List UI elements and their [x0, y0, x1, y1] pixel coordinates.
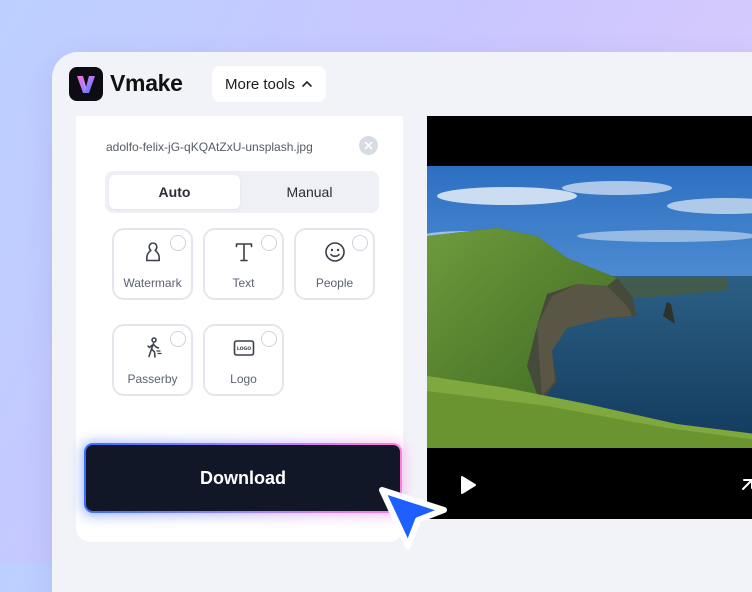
clear-file-button[interactable]	[359, 136, 378, 155]
passerby-icon	[146, 337, 162, 358]
option-passerby[interactable]: Passerby	[112, 324, 193, 396]
image-preview	[427, 116, 752, 519]
radio-button[interactable]	[261, 235, 277, 251]
download-label: Download	[86, 445, 400, 511]
tab-manual[interactable]: Manual	[244, 175, 375, 209]
option-label: Watermark	[123, 276, 182, 290]
brand-name: Vmake	[110, 70, 183, 96]
option-watermark[interactable]: Watermark	[112, 228, 193, 300]
option-label: Passerby	[127, 372, 178, 386]
more-tools-label: More tools	[224, 75, 296, 93]
mode-toggle: Auto Manual	[105, 171, 379, 213]
option-text[interactable]: Text	[203, 228, 284, 300]
people-icon	[324, 242, 345, 262]
pointer-cursor-icon	[379, 487, 447, 549]
option-label: People	[315, 276, 354, 290]
option-logo[interactable]: LOGO Logo	[203, 324, 284, 396]
more-tools-button[interactable]: More tools	[212, 66, 326, 102]
chevron-up-icon	[302, 80, 312, 87]
top-bar: Vmake More tools	[52, 52, 752, 116]
cliffs-photo	[427, 166, 752, 448]
text-icon	[235, 243, 252, 262]
logo-icon: LOGO	[233, 340, 254, 356]
tab-auto[interactable]: Auto	[109, 175, 240, 209]
option-people[interactable]: People	[294, 228, 375, 300]
option-label: Logo	[230, 372, 257, 386]
logo-badge-text: LOGO	[236, 346, 250, 352]
vmake-logo-icon[interactable]	[69, 67, 103, 101]
watermark-icon	[145, 242, 160, 262]
radio-button[interactable]	[170, 331, 186, 347]
file-name: adolfo-felix-jG-qKQAtZxU-unsplash.jpg	[106, 140, 313, 154]
radio-button[interactable]	[261, 331, 277, 347]
play-icon[interactable]	[457, 474, 479, 496]
radio-button[interactable]	[170, 235, 186, 251]
download-button[interactable]: Download	[84, 443, 402, 513]
radio-button[interactable]	[352, 235, 368, 251]
option-label: Text	[232, 276, 255, 290]
close-icon	[364, 141, 373, 150]
expand-icon[interactable]	[740, 476, 752, 492]
